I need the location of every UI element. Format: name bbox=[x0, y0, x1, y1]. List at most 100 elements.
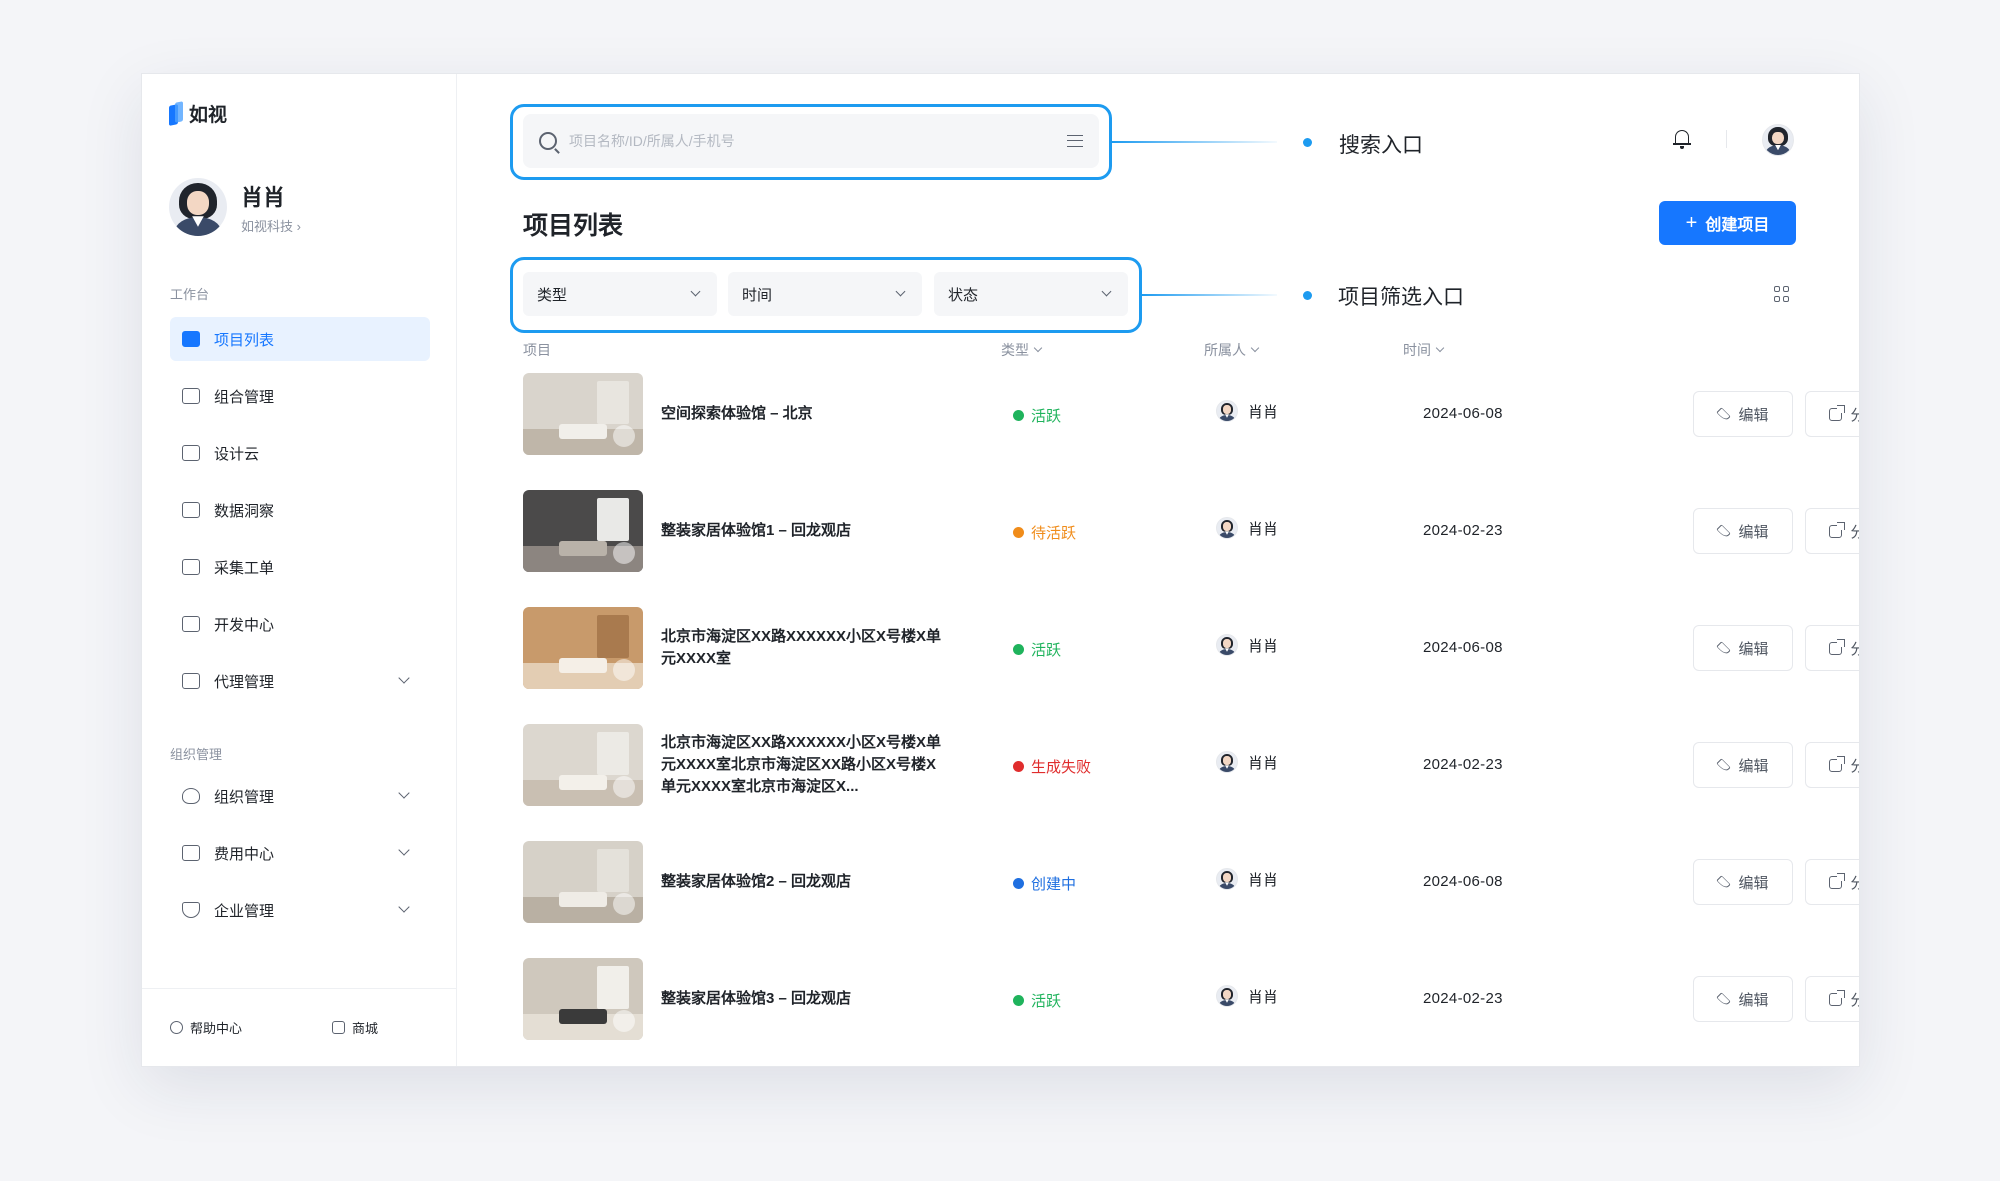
table-row[interactable]: 整装家居体验馆2 – 回龙观店 创建中 肖肖 2024-06-08 编辑 分享 bbox=[523, 833, 1859, 950]
form-icon bbox=[182, 559, 200, 575]
owner-name: 肖肖 bbox=[1248, 403, 1279, 421]
document-icon bbox=[182, 445, 200, 461]
project-thumbnail[interactable] bbox=[523, 958, 643, 1040]
avatar bbox=[1216, 751, 1238, 773]
edit-button[interactable]: 编辑 bbox=[1693, 859, 1793, 905]
sidebar-item-agent-management[interactable]: 代理管理 bbox=[170, 659, 430, 703]
edit-button[interactable]: 编辑 bbox=[1693, 742, 1793, 788]
share-button[interactable]: 分享 bbox=[1805, 625, 1859, 671]
status-badge: 活跃 bbox=[1013, 990, 1061, 1011]
share-button[interactable]: 分享 bbox=[1805, 742, 1859, 788]
table-row[interactable]: 北京市海淀区XX路XXXXXX小区X号楼X单元XXXX室北京市海淀区XX路小区X… bbox=[523, 716, 1859, 833]
sidebar-item-org-management[interactable]: 组织管理 bbox=[170, 774, 430, 818]
project-thumbnail[interactable] bbox=[523, 607, 643, 689]
edit-button[interactable]: 编辑 bbox=[1693, 508, 1793, 554]
sidebar-item-label: 开发中心 bbox=[214, 616, 275, 634]
owner: 肖肖 bbox=[1216, 751, 1278, 773]
project-date: 2024-02-23 bbox=[1423, 756, 1503, 773]
edit-button-label: 编辑 bbox=[1738, 757, 1769, 775]
table-row[interactable]: 空间探索体验馆 – 北京 活跃 肖肖 2024-06-08 编辑 分享 bbox=[523, 365, 1859, 482]
owner: 肖肖 bbox=[1216, 517, 1278, 539]
column-header-owner[interactable]: 所属人 bbox=[1204, 340, 1260, 360]
status-dot-icon bbox=[1013, 644, 1024, 655]
share-icon bbox=[1829, 989, 1846, 1006]
table-row[interactable]: 北京市海淀区XX路XXXXXX小区X号楼X单元XXXX室 活跃 肖肖 2024-… bbox=[523, 599, 1859, 716]
sidebar-item-combo-management[interactable]: 组合管理 bbox=[170, 374, 430, 418]
help-icon bbox=[170, 1021, 183, 1034]
share-icon bbox=[1829, 755, 1846, 772]
share-icon bbox=[1829, 872, 1846, 889]
project-name[interactable]: 整装家居体验馆3 – 回龙观店 bbox=[661, 950, 951, 1048]
edit-button[interactable]: 编辑 bbox=[1693, 625, 1793, 671]
project-name[interactable]: 整装家居体验馆1 – 回龙观店 bbox=[661, 482, 951, 580]
sidebar-item-label: 费用中心 bbox=[214, 845, 275, 863]
table-row[interactable]: 整装家居体验馆1 – 回龙观店 待活跃 肖肖 2024-02-23 编辑 分享 bbox=[523, 482, 1859, 599]
chevron-down-icon bbox=[398, 844, 410, 856]
sidebar-item-work-orders[interactable]: 采集工单 bbox=[170, 545, 430, 589]
project-name[interactable]: 北京市海淀区XX路XXXXXX小区X号楼X单元XXXX室 bbox=[661, 599, 951, 697]
share-button-label: 分享 bbox=[1850, 755, 1859, 776]
edit-button-label: 编辑 bbox=[1738, 406, 1769, 424]
column-header-label: 时间 bbox=[1403, 342, 1431, 358]
share-button-label: 分享 bbox=[1850, 989, 1859, 1010]
grid-view-icon[interactable] bbox=[1774, 286, 1790, 302]
edit-button[interactable]: 编辑 bbox=[1693, 391, 1793, 437]
wallet-icon bbox=[182, 845, 200, 861]
table-row[interactable]: 整装家居体验馆3 – 回龙观店 活跃 肖肖 2024-02-23 编辑 分享 bbox=[523, 950, 1859, 1066]
play-icon bbox=[613, 1010, 635, 1032]
play-icon bbox=[613, 425, 635, 447]
project-name[interactable]: 北京市海淀区XX路XXXXXX小区X号楼X单元XXXX室北京市海淀区XX路小区X… bbox=[661, 716, 951, 814]
sidebar-footer: 帮助中心 商城 bbox=[142, 988, 456, 1066]
status-label: 生成失败 bbox=[1031, 759, 1092, 776]
share-button-label: 分享 bbox=[1850, 872, 1859, 893]
user-profile[interactable]: 肖肖 如视科技 › bbox=[169, 178, 301, 236]
profile-org[interactable]: 如视科技 › bbox=[241, 216, 301, 235]
share-button[interactable]: 分享 bbox=[1805, 976, 1859, 1022]
edit-button-label: 编辑 bbox=[1738, 991, 1769, 1009]
column-header-label: 类型 bbox=[1001, 342, 1029, 358]
status-label: 活跃 bbox=[1031, 642, 1062, 659]
sidebar-item-data-insight[interactable]: 数据洞察 bbox=[170, 488, 430, 532]
avatar bbox=[1216, 517, 1238, 539]
share-button[interactable]: 分享 bbox=[1805, 859, 1859, 905]
sidebar-item-label: 组织管理 bbox=[214, 788, 275, 806]
shopping-bag-icon bbox=[332, 1021, 346, 1034]
share-button[interactable]: 分享 bbox=[1805, 391, 1859, 437]
project-name[interactable]: 空间探索体验馆 – 北京 bbox=[661, 365, 951, 463]
project-name[interactable]: 整装家居体验馆2 – 回龙观店 bbox=[661, 833, 951, 931]
share-button[interactable]: 分享 bbox=[1805, 508, 1859, 554]
column-header-time[interactable]: 时间 bbox=[1403, 340, 1445, 360]
column-header-type[interactable]: 类型 bbox=[1001, 340, 1043, 360]
edit-button-label: 编辑 bbox=[1738, 640, 1769, 658]
filter-callout-dot bbox=[1303, 291, 1312, 300]
status-badge: 活跃 bbox=[1013, 405, 1061, 426]
edit-button[interactable]: 编辑 bbox=[1693, 976, 1793, 1022]
shop-link[interactable]: 商城 bbox=[332, 1018, 378, 1037]
help-center-link[interactable]: 帮助中心 bbox=[170, 1018, 242, 1037]
owner-name: 肖肖 bbox=[1248, 871, 1279, 889]
create-project-button[interactable]: + 创建项目 bbox=[1659, 201, 1796, 245]
sidebar-item-enterprise-management[interactable]: 企业管理 bbox=[170, 888, 430, 932]
sidebar-item-design-cloud[interactable]: 设计云 bbox=[170, 431, 430, 475]
status-label: 待活跃 bbox=[1031, 525, 1077, 542]
shop-label: 商城 bbox=[352, 1021, 379, 1036]
search-callout-label: 搜索入口 bbox=[1339, 134, 1423, 157]
monitor-icon bbox=[182, 616, 200, 632]
bell-icon[interactable] bbox=[1673, 128, 1691, 149]
share-button-label: 分享 bbox=[1850, 521, 1859, 542]
owner: 肖肖 bbox=[1216, 400, 1278, 422]
chevron-down-icon bbox=[1250, 343, 1260, 353]
project-date: 2024-06-08 bbox=[1423, 639, 1503, 656]
pen-icon bbox=[1716, 406, 1732, 422]
project-thumbnail[interactable] bbox=[523, 724, 643, 806]
sidebar-item-project-list[interactable]: 项目列表 bbox=[170, 317, 430, 361]
sidebar-item-developer-center[interactable]: 开发中心 bbox=[170, 602, 430, 646]
project-thumbnail[interactable] bbox=[523, 841, 643, 923]
project-thumbnail[interactable] bbox=[523, 490, 643, 572]
avatar bbox=[169, 178, 227, 236]
project-thumbnail[interactable] bbox=[523, 373, 643, 455]
logo[interactable]: 如视 bbox=[169, 100, 227, 127]
sidebar-item-billing-center[interactable]: 费用中心 bbox=[170, 831, 430, 875]
user-avatar[interactable] bbox=[1762, 124, 1794, 156]
project-date: 2024-02-23 bbox=[1423, 990, 1503, 1007]
